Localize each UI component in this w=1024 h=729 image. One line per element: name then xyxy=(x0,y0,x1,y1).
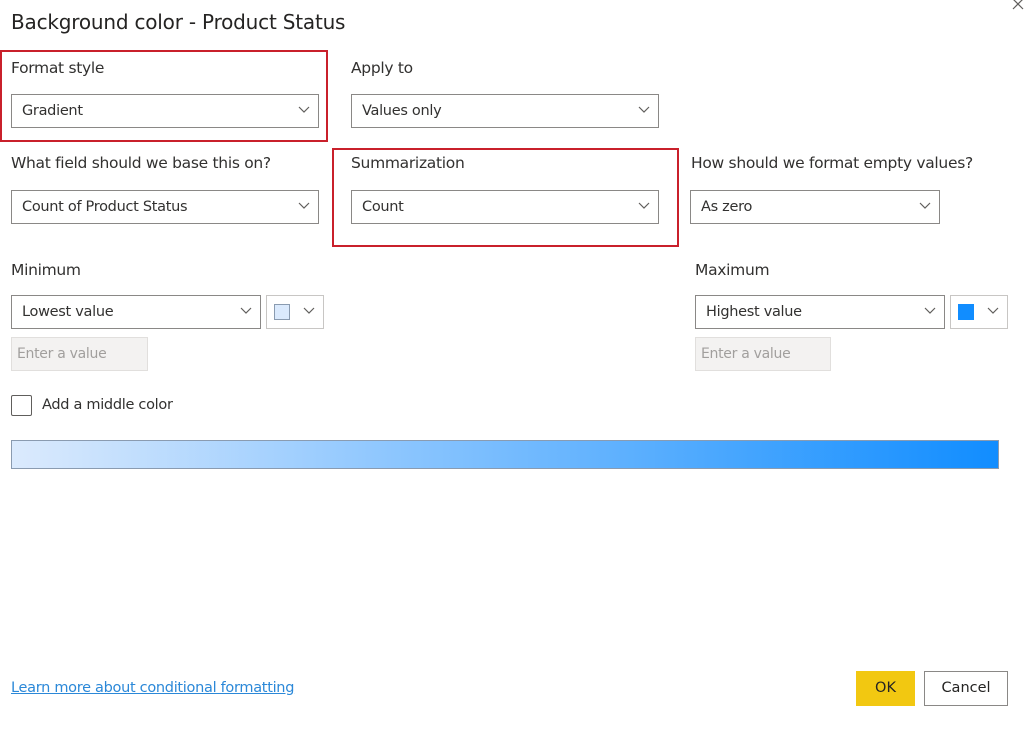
maximum-color-swatch xyxy=(958,304,974,320)
minimum-label: Minimum xyxy=(11,261,81,279)
minimum-color-picker[interactable] xyxy=(266,295,324,329)
maximum-dropdown[interactable]: Highest value xyxy=(695,295,945,329)
maximum-value-input[interactable]: Enter a value xyxy=(695,337,831,371)
summarization-label: Summarization xyxy=(351,154,465,172)
base-field-label: What field should we base this on? xyxy=(11,154,271,172)
format-style-dropdown[interactable]: Gradient xyxy=(11,94,319,128)
learn-more-link[interactable]: Learn more about conditional formatting xyxy=(11,680,294,696)
maximum-color-picker[interactable] xyxy=(950,295,1008,329)
summarization-value: Count xyxy=(362,199,404,215)
chevron-down-icon xyxy=(303,307,315,314)
gradient-preview-bar xyxy=(11,440,999,469)
close-icon[interactable] xyxy=(1010,0,1024,12)
chevron-down-icon xyxy=(298,202,310,209)
minimum-value-input[interactable]: Enter a value xyxy=(11,337,148,371)
minimum-dropdown[interactable]: Lowest value xyxy=(11,295,261,329)
chevron-down-icon xyxy=(987,307,999,314)
base-field-value: Count of Product Status xyxy=(22,199,188,215)
summarization-dropdown[interactable]: Count xyxy=(351,190,659,224)
apply-to-label: Apply to xyxy=(351,59,413,77)
middle-color-checkbox[interactable] xyxy=(11,395,32,416)
maximum-label: Maximum xyxy=(695,261,770,279)
apply-to-dropdown[interactable]: Values only xyxy=(351,94,659,128)
chevron-down-icon xyxy=(919,202,931,209)
chevron-down-icon xyxy=(240,307,252,314)
base-field-dropdown[interactable]: Count of Product Status xyxy=(11,190,319,224)
chevron-down-icon xyxy=(298,106,310,113)
middle-color-label: Add a middle color xyxy=(42,397,173,413)
empty-values-value: As zero xyxy=(701,199,753,215)
dialog-title: Background color - Product Status xyxy=(11,10,346,34)
empty-values-dropdown[interactable]: As zero xyxy=(690,190,940,224)
maximum-value: Highest value xyxy=(706,304,802,320)
chevron-down-icon xyxy=(638,202,650,209)
minimum-color-swatch xyxy=(274,304,290,320)
apply-to-value: Values only xyxy=(362,103,442,119)
format-style-value: Gradient xyxy=(22,103,83,119)
empty-values-label: How should we format empty values? xyxy=(691,154,973,172)
chevron-down-icon xyxy=(924,307,936,314)
format-style-label: Format style xyxy=(11,59,105,77)
chevron-down-icon xyxy=(638,106,650,113)
ok-button[interactable]: OK xyxy=(856,671,915,706)
minimum-value: Lowest value xyxy=(22,304,114,320)
cancel-button[interactable]: Cancel xyxy=(924,671,1008,706)
